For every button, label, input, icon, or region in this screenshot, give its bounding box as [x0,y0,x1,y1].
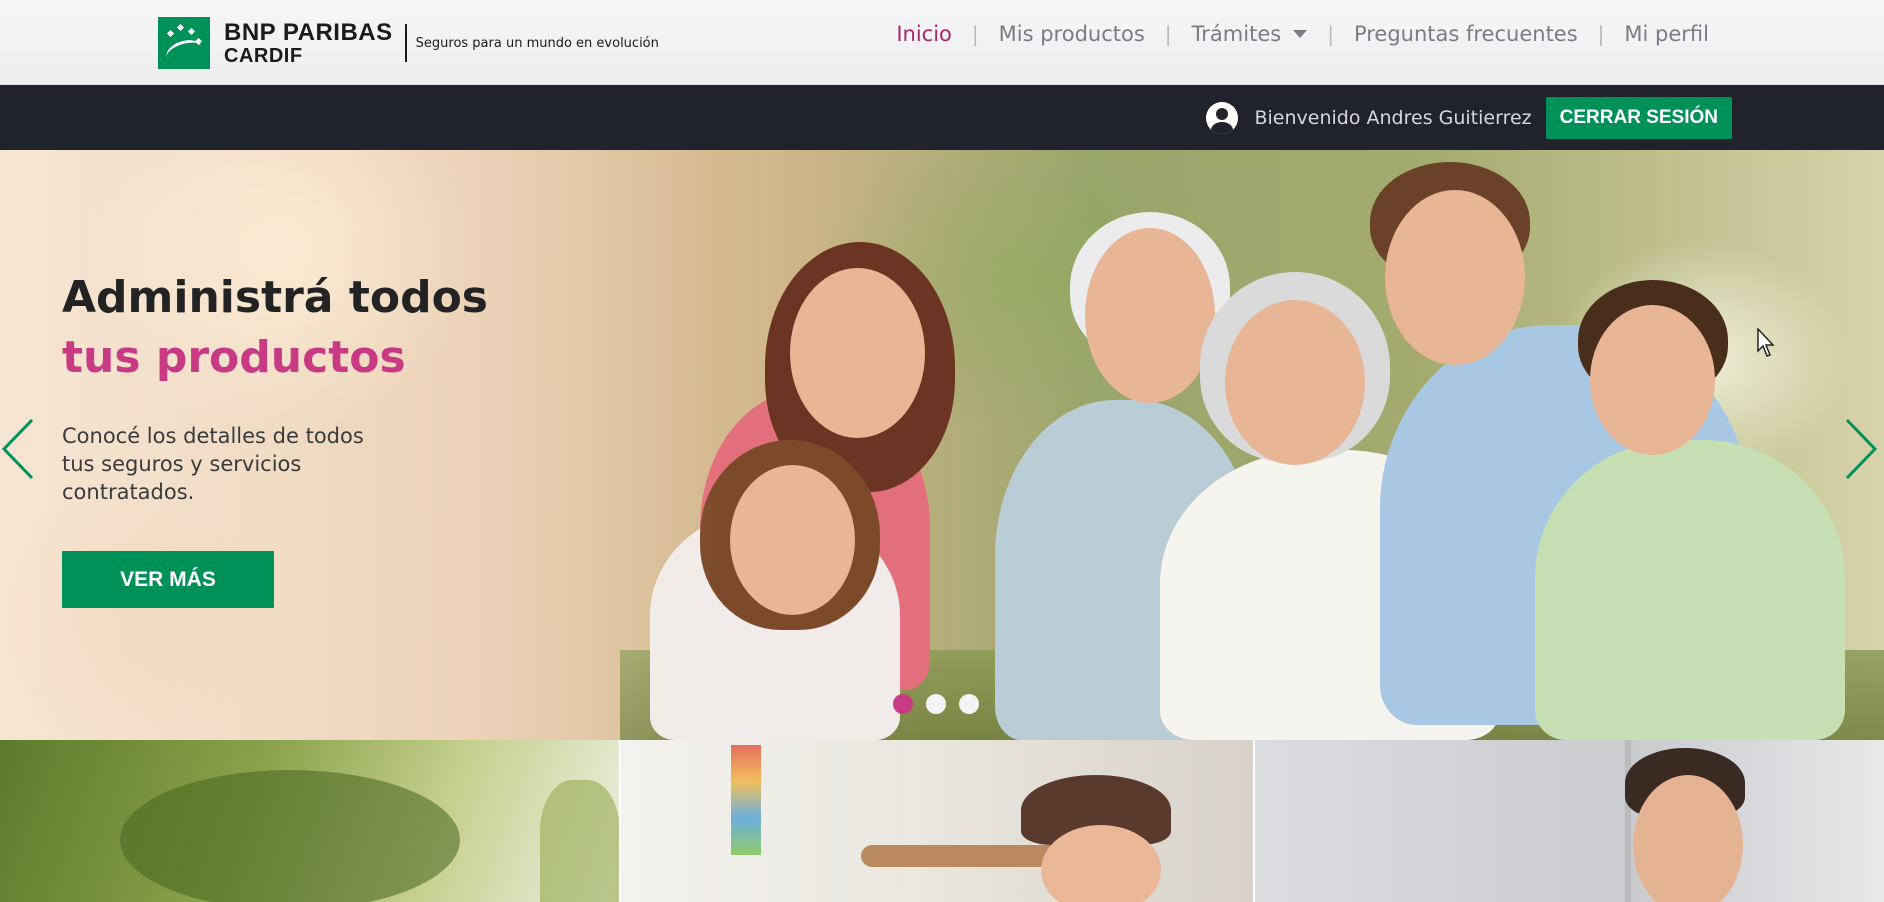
nav-separator: | [971,22,979,46]
brand-name: BNP PARIBAS CARDIF [224,18,393,67]
carousel-dot-2[interactable] [926,694,946,714]
nav-item-mi-perfil[interactable]: Mi perfil [1624,22,1709,46]
product-tiles [0,740,1884,902]
ver-mas-button[interactable]: VER MÁS [62,551,274,608]
top-navigation: BNP PARIBAS CARDIF Seguros para un mundo… [0,0,1884,85]
carousel-dot-3[interactable] [959,694,979,714]
nav-item-preguntas-frecuentes[interactable]: Preguntas frecuentes [1354,22,1578,46]
nav-separator: | [1327,22,1334,46]
product-tile-3[interactable] [1255,740,1884,902]
carousel-indicators [893,694,992,714]
hero-carousel: Administrá todos tus productos Conocé lo… [0,150,1884,740]
hero-title-line2: tus productos [62,332,406,383]
brand-name-line1: BNP PARIBAS [224,18,393,46]
product-tile-1[interactable] [0,740,619,902]
hero-title: Administrá todos tus productos [62,268,488,388]
nav-item-mis-productos[interactable]: Mis productos [999,22,1145,46]
logo-divider [404,24,407,62]
product-tile-2[interactable] [620,740,1254,902]
bnp-stars-logo-icon [158,17,210,69]
main-menu: Inicio | Mis productos | Trámites | Preg… [896,18,1709,50]
user-circle-icon [1206,102,1239,134]
chevron-left-icon[interactable] [0,416,36,482]
chevron-right-icon[interactable] [1843,416,1879,482]
mouse-cursor-icon [1757,327,1777,358]
hero-description: Conocé los detalles de todos tus seguros… [62,424,364,504]
caret-down-icon [1293,30,1308,38]
nav-item-inicio[interactable]: Inicio [896,22,952,46]
nav-item-tramites[interactable]: Trámites [1192,22,1308,46]
brand-tagline: Seguros para un mundo en evolución [415,35,659,51]
brand-logo[interactable]: BNP PARIBAS CARDIF Seguros para un mundo… [158,17,659,69]
welcome-message: Bienvenido Andres Guitierrez [1254,107,1532,129]
logout-button[interactable]: CERRAR SESIÓN [1545,97,1732,139]
nav-item-tramites-label: Trámites [1191,22,1282,46]
nav-separator: | [1164,22,1172,46]
hero-title-line1: Administrá todos [62,272,488,323]
user-bar: Bienvenido Andres Guitierrez CERRAR SESI… [0,85,1884,150]
user-info: Bienvenido Andres Guitierrez CERRAR SESI… [1206,97,1732,139]
carousel-dot-1[interactable] [893,694,913,714]
nav-separator: | [1597,22,1605,46]
brand-name-line2: CARDIF [224,44,303,67]
